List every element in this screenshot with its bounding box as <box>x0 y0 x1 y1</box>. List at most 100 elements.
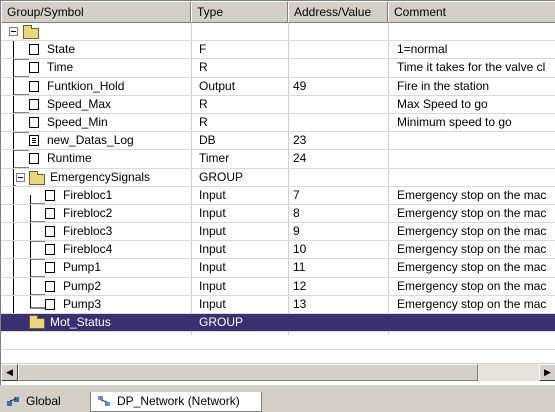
symbol-type: Input <box>199 224 226 239</box>
symbol-type: R <box>199 60 208 75</box>
symbol-type: R <box>199 114 208 129</box>
symbol-address: 8 <box>293 205 300 220</box>
tab-global[interactable]: Global <box>0 392 88 412</box>
symbol-icon <box>45 226 55 238</box>
symbol-name: Pump3 <box>63 296 102 311</box>
table-row[interactable]: Funtkion_Hold Output 49 Fire in the stat… <box>1 78 555 96</box>
collapse-icon[interactable] <box>16 172 25 182</box>
symbol-comment: Emergency stop on the mac <box>397 224 547 239</box>
symbol-type <box>199 23 289 41</box>
network-icon <box>98 396 110 406</box>
symbol-type: Input <box>199 242 226 257</box>
collapse-icon[interactable] <box>9 27 18 36</box>
symbol-address: 13 <box>293 296 307 311</box>
symbol-address: 7 <box>293 187 300 202</box>
symbol-address: 12 <box>293 278 307 293</box>
symbol-type: F <box>199 42 207 57</box>
symbol-icon <box>45 244 55 256</box>
symbol-name: Firebloc4 <box>63 242 113 257</box>
scroll-right-icon[interactable]: ▶ <box>539 364 555 381</box>
symbol-table-rows: State F 1=normal Time R Time it takes fo… <box>1 23 555 351</box>
table-row[interactable]: Firebloc3 Input 9 Emergency stop on the … <box>1 223 555 242</box>
symbol-comment: Emergency stop on the mac <box>397 278 547 293</box>
column-header-address-value[interactable]: Address/Value <box>288 1 388 23</box>
symbol-comment <box>397 150 555 168</box>
symbol-type: GROUP <box>199 169 244 184</box>
symbol-type: Input <box>199 187 226 202</box>
table-row[interactable]: Time R Time it takes for the valve cl <box>1 59 555 78</box>
symbol-type: Output <box>199 78 236 93</box>
symbol-address <box>293 114 387 132</box>
table-row[interactable]: Pump1 Input 11 Emergency stop on the mac <box>1 259 555 278</box>
table-row[interactable]: Pump3 Input 13 Emergency stop on the mac <box>1 296 555 314</box>
symbol-type: Input <box>199 278 226 293</box>
table-row[interactable]: State F 1=normal <box>1 41 555 60</box>
table-row-root[interactable] <box>1 23 555 42</box>
symbol-address: 10 <box>293 242 307 257</box>
symbol-icon <box>45 189 55 201</box>
symbol-icon <box>45 207 55 219</box>
table-row[interactable]: Speed_Min R Minimum speed to go <box>1 114 555 133</box>
folder-open-icon <box>29 170 45 185</box>
symbol-name: Mot_Status <box>50 315 111 329</box>
symbol-icon <box>45 298 55 310</box>
symbol-icon <box>29 153 39 165</box>
symbol-comment: Max Speed to go <box>397 96 488 111</box>
symbol-name: Runtime <box>47 151 92 166</box>
table-row-empty[interactable] <box>1 332 555 351</box>
horizontal-scrollbar[interactable]: ◀ ▶ <box>1 363 555 381</box>
symbol-address <box>293 96 387 114</box>
table-row[interactable]: Runtime Timer 24 <box>1 150 555 169</box>
symbol-address <box>293 59 387 77</box>
symbol-address: 11 <box>293 260 306 275</box>
symbol-name: Speed_Max <box>47 96 112 111</box>
symbol-icon <box>29 98 39 110</box>
symbol-name: new_Datas_Log <box>47 133 134 148</box>
table-row[interactable]: new_Datas_Log DB 23 <box>1 132 555 151</box>
table-row-selected[interactable]: Mot_Status GROUP <box>1 314 555 333</box>
tab-label: Global <box>26 394 61 408</box>
symbol-name: Firebloc3 <box>63 224 113 239</box>
symbol-address <box>293 23 387 41</box>
symbol-type: Input <box>199 260 226 275</box>
table-row[interactable]: Firebloc1 Input 7 Emergency stop on the … <box>1 187 555 205</box>
symbol-type: GROUP <box>199 315 244 329</box>
symbol-name: Speed_Min <box>47 114 108 129</box>
symbol-name: EmergencySignals <box>50 169 151 184</box>
symbol-name: Pump2 <box>63 278 102 293</box>
table-row[interactable]: Firebloc4 Input 10 Emergency stop on the… <box>1 241 555 260</box>
symbol-icon <box>29 62 39 74</box>
scrollbar-thumb[interactable] <box>18 364 478 381</box>
symbol-icon <box>29 44 39 56</box>
symbol-comment: Emergency stop on the mac <box>397 260 547 275</box>
symbol-type: R <box>199 96 208 111</box>
symbol-comment: Minimum speed to go <box>397 114 512 129</box>
symbol-comment: Fire in the station <box>397 78 490 93</box>
table-row[interactable]: Speed_Max R Max Speed to go <box>1 96 555 114</box>
column-header-group-symbol[interactable]: Group/Symbol <box>1 1 191 23</box>
symbol-comment: Emergency stop on the mac <box>397 296 547 311</box>
global-symbols-icon <box>7 397 19 406</box>
symbol-comment: Time it takes for the valve cl <box>397 60 546 75</box>
symbol-name: Firebloc2 <box>63 205 113 220</box>
symbol-type: DB <box>199 133 216 148</box>
table-row[interactable]: Firebloc2 Input 8 Emergency stop on the … <box>1 205 555 224</box>
symbol-type: Input <box>199 296 226 311</box>
symbol-type <box>199 332 289 350</box>
tab-dp-network[interactable]: DP_Network (Network) <box>90 392 262 412</box>
table-row[interactable]: Pump2 Input 12 Emergency stop on the mac <box>1 278 555 296</box>
symbol-comment: Emergency stop on the mac <box>397 187 547 202</box>
column-header-type[interactable]: Type <box>191 1 288 23</box>
symbol-comment <box>397 314 555 332</box>
table-row-group[interactable]: EmergencySignals GROUP <box>1 169 555 187</box>
symbol-comment <box>397 169 555 187</box>
scroll-left-icon[interactable]: ◀ <box>1 364 18 381</box>
symbol-name: Funtkion_Hold <box>47 78 125 93</box>
symbol-table-window: Group/Symbol Type Address/Value Comment <box>0 0 555 385</box>
symbol-comment: Emergency stop on the mac <box>397 205 547 220</box>
column-header-comment[interactable]: Comment <box>388 1 555 23</box>
symbol-name: Time <box>47 60 74 75</box>
symbol-address <box>293 314 387 332</box>
symbol-comment <box>397 132 555 150</box>
symbol-icon <box>45 262 55 274</box>
